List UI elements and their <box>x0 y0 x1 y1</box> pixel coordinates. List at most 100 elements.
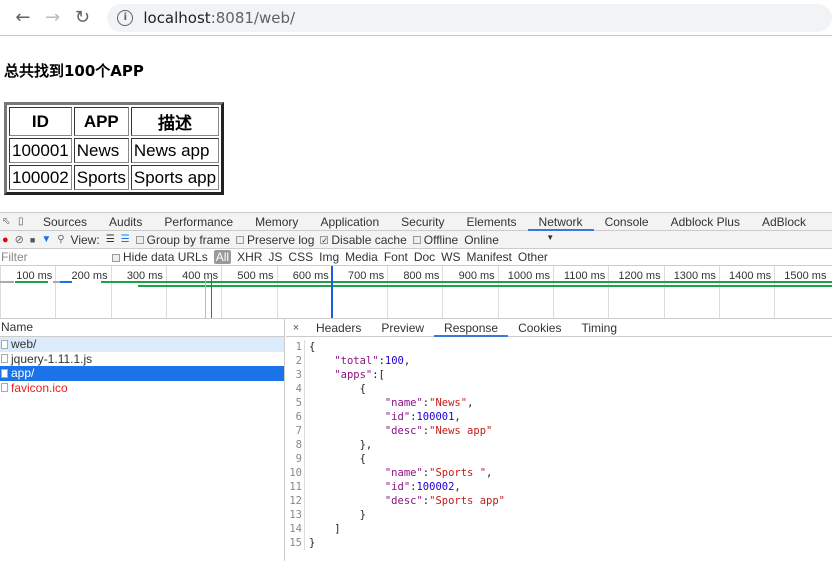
tab-preview[interactable]: Preview <box>371 319 434 337</box>
timeline-bar <box>138 285 832 287</box>
back-button[interactable]: ← <box>8 7 38 28</box>
filter-type-ws[interactable]: WS <box>441 250 460 264</box>
tab-adblock[interactable]: AdBlock <box>751 213 817 231</box>
device-toggle-icon[interactable]: ▯ <box>18 216 32 227</box>
tab-timing[interactable]: Timing <box>571 319 627 337</box>
inspect-icon[interactable]: ⬁ <box>2 216 16 227</box>
code-token: , <box>454 481 461 493</box>
filter-type-xhr[interactable]: XHR <box>237 250 262 264</box>
request-row[interactable]: jquery-1.11.1.js <box>0 352 284 367</box>
filter-type-img[interactable]: Img <box>319 250 339 264</box>
info-icon[interactable]: i <box>117 9 134 26</box>
code-token: } <box>309 537 316 549</box>
code-line: 11 "id":100002, <box>286 480 832 494</box>
tab-console[interactable]: Console <box>594 213 660 231</box>
tab-cookies[interactable]: Cookies <box>508 319 571 337</box>
code-text: "total":100, <box>309 354 410 368</box>
code-line: 3 "apps":[ <box>286 368 832 382</box>
tab-audits[interactable]: Audits <box>98 213 153 231</box>
filter-type-js[interactable]: JS <box>268 250 282 264</box>
name-column-header[interactable]: Name <box>0 319 284 337</box>
code-line: 8 }, <box>286 438 832 452</box>
tab-adblock-plus[interactable]: Adblock Plus <box>660 213 751 231</box>
code-line: 6 "id":100001, <box>286 410 832 424</box>
filter-type-css[interactable]: CSS <box>288 250 313 264</box>
line-number: 8 <box>286 438 305 452</box>
column-header: APP <box>73 107 129 136</box>
code-token: "desc" <box>384 495 423 507</box>
hide-data-urls-checkbox[interactable]: Hide data URLs <box>112 250 208 264</box>
overview-icon[interactable]: ☰ <box>121 234 130 245</box>
code-token: "id" <box>384 481 411 493</box>
capture-screenshot-icon[interactable]: ■ <box>30 235 35 245</box>
code-line: 5 "name":"News", <box>286 396 832 410</box>
filter-type-media[interactable]: Media <box>345 250 378 264</box>
code-text: { <box>309 340 315 354</box>
filter-input[interactable]: Filter <box>0 250 106 264</box>
code-token: { <box>309 341 316 353</box>
code-line: 2 "total":100, <box>286 354 832 368</box>
filter-icon[interactable]: ▼ <box>41 234 51 245</box>
filter-type-all[interactable]: All <box>213 250 232 264</box>
code-line: 12 "desc":"Sports app" <box>286 494 832 508</box>
code-token: 100001 <box>416 411 455 423</box>
line-number: 9 <box>286 452 305 466</box>
filter-type-doc[interactable]: Doc <box>414 250 435 264</box>
timeline-marker <box>211 278 212 318</box>
filter-type-manifest[interactable]: Manifest <box>467 250 512 264</box>
timeline-marker <box>205 278 206 318</box>
filter-type-font[interactable]: Font <box>384 250 408 264</box>
code-line: 7 "desc":"News app" <box>286 424 832 438</box>
line-number: 3 <box>286 368 305 382</box>
table-cell: Sports <box>73 165 129 190</box>
tab-headers[interactable]: Headers <box>306 319 371 337</box>
tab-security[interactable]: Security <box>390 213 455 231</box>
request-row[interactable]: app/ <box>0 366 284 381</box>
request-row[interactable]: favicon.ico <box>0 381 284 396</box>
tab-memory[interactable]: Memory <box>244 213 309 231</box>
forward-button[interactable]: → <box>38 7 68 28</box>
timeline-tick: 500 ms <box>221 266 276 318</box>
tab-sources[interactable]: Sources <box>32 213 98 231</box>
search-icon[interactable]: ⚲ <box>57 234 64 245</box>
reload-button[interactable]: ↻ <box>68 7 98 28</box>
page-content: 总共找到100个APP ID APP 描述 100001 News News a… <box>0 60 832 195</box>
code-token: "id" <box>384 411 411 423</box>
close-icon[interactable]: × <box>286 322 306 334</box>
line-number: 12 <box>286 494 305 508</box>
tab-response[interactable]: Response <box>434 319 509 337</box>
clear-icon[interactable]: ⊘ <box>15 233 24 246</box>
record-icon[interactable]: ● <box>2 234 9 246</box>
code-text: { <box>309 382 366 396</box>
tab-performance[interactable]: Performance <box>153 213 244 231</box>
timeline-tick: 400 ms <box>165 266 221 318</box>
tab-elements[interactable]: Elements <box>456 213 528 231</box>
network-timeline[interactable]: 100 ms 200 ms 300 ms 400 ms 500 ms 600 ms 700 … <box>0 266 832 319</box>
code-text: "name":"Sports ", <box>309 466 493 480</box>
table-cell: News app <box>130 138 220 163</box>
large-rows-icon[interactable]: ☰ <box>106 234 115 245</box>
timeline-tick: 100 ms <box>0 266 55 318</box>
timeline-tick: 1400 ms <box>718 266 774 318</box>
address-bar[interactable]: i localhost:8081/web/ <box>107 3 832 32</box>
code-text: { <box>309 452 366 466</box>
url-path: :8081/web/ <box>210 8 296 27</box>
apps-table: ID APP 描述 100001 News News app 100002 Sp… <box>4 102 225 195</box>
line-number: 7 <box>286 424 305 438</box>
tab-network[interactable]: Network <box>527 213 594 231</box>
throttle-select[interactable]: Online ▼ <box>464 233 554 247</box>
group-by-frame-checkbox[interactable]: Group by frame <box>135 233 230 247</box>
timeline-tick: 1500 ms <box>774 266 829 318</box>
code-line: 4 { <box>286 382 832 396</box>
line-number: 10 <box>286 466 305 480</box>
offline-checkbox[interactable]: Offline <box>412 233 458 247</box>
tab-application[interactable]: Application <box>309 213 390 231</box>
code-text: "desc":"Sports app" <box>309 494 505 508</box>
preserve-log-checkbox[interactable]: Preserve log <box>236 233 314 247</box>
request-row[interactable]: web/ <box>0 337 284 352</box>
disable-cache-checkbox[interactable]: ✓ Disable cache <box>320 233 407 247</box>
timeline-tick: 800 ms <box>387 266 442 318</box>
filter-type-other[interactable]: Other <box>518 250 548 264</box>
